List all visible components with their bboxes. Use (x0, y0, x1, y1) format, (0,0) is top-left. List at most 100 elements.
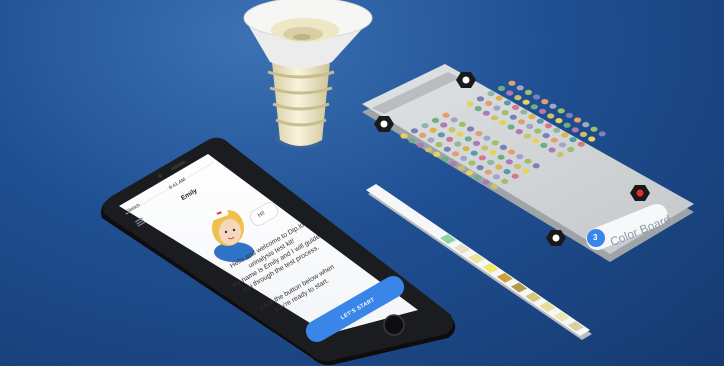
color-swatch (544, 123, 553, 129)
color-swatch (555, 118, 563, 124)
color-swatch (520, 109, 528, 115)
color-swatch (505, 159, 513, 165)
color-swatch (491, 140, 499, 146)
color-swatch (534, 128, 542, 134)
color-swatch (443, 146, 451, 152)
scene-illustration (101, 0, 694, 366)
color-swatch (558, 142, 567, 148)
color-swatch (484, 169, 492, 175)
color-swatch (493, 105, 501, 111)
color-swatch (456, 131, 464, 137)
color-swatch (501, 110, 509, 116)
color-swatch (511, 104, 520, 110)
color-swatch (440, 122, 448, 128)
color-swatch (408, 138, 416, 144)
color-swatch (435, 142, 443, 148)
color-swatch (569, 137, 577, 143)
color-swatch (556, 152, 564, 158)
color-swatch (457, 165, 465, 171)
color-board-badge: 3 (593, 233, 598, 242)
color-swatch (449, 161, 457, 167)
color-swatch (516, 85, 524, 91)
color-swatch (516, 154, 524, 160)
color-swatch (532, 163, 540, 169)
color-swatch (441, 156, 449, 162)
color-swatch (574, 117, 582, 123)
color-swatch (532, 138, 540, 144)
color-swatch (499, 119, 507, 125)
color-swatch (507, 124, 515, 130)
color-swatch (548, 147, 556, 153)
home-button (383, 314, 405, 336)
product-scene: Sketch 9:41 AM Emily Hi! Hello and welco… (0, 0, 724, 366)
color-swatch (524, 89, 533, 95)
color-swatch (429, 127, 437, 133)
color-swatch (460, 155, 468, 161)
color-swatch (451, 151, 460, 157)
color-swatch (508, 80, 516, 86)
color-swatch (489, 150, 497, 156)
color-swatch (515, 129, 523, 135)
color-swatch (482, 179, 490, 185)
color-swatch (448, 127, 456, 133)
color-swatch (492, 174, 501, 180)
color-swatch (431, 117, 440, 123)
color-swatch (588, 136, 596, 142)
color-swatch (571, 127, 579, 133)
color-swatch (563, 122, 571, 128)
color-swatch (550, 137, 558, 143)
color-swatch (450, 117, 458, 123)
color-swatch (495, 164, 503, 170)
color-swatch (419, 132, 427, 138)
color-swatch (410, 128, 419, 134)
color-swatch (579, 131, 588, 137)
color-swatch (503, 169, 511, 175)
color-swatch (517, 119, 526, 125)
color-swatch (509, 114, 517, 120)
color-swatch (541, 99, 549, 105)
color-swatch (540, 142, 548, 148)
color-swatch (497, 154, 505, 160)
color-swatch (542, 133, 550, 139)
color-swatch (508, 149, 516, 155)
color-swatch (530, 104, 538, 110)
color-swatch (491, 115, 499, 121)
color-swatch (481, 145, 489, 151)
color-swatch (466, 170, 474, 176)
color-swatch (475, 131, 483, 137)
color-swatch (553, 127, 561, 133)
color-swatch (458, 121, 466, 127)
color-swatch (506, 90, 514, 96)
color-swatch (476, 96, 485, 102)
color-swatch (497, 85, 506, 91)
color-swatch (549, 103, 557, 109)
color-swatch (468, 160, 476, 166)
color-swatch (474, 106, 482, 112)
color-swatch (565, 112, 574, 118)
color-swatch (487, 91, 495, 97)
color-swatch (421, 123, 429, 129)
color-swatch (462, 146, 470, 152)
color-swatch (536, 118, 544, 124)
color-swatch (528, 114, 536, 120)
color-swatch (547, 113, 555, 119)
color-swatch (466, 101, 474, 107)
color-swatch (487, 159, 495, 165)
color-swatch (474, 174, 482, 180)
color-swatch (454, 141, 462, 147)
color-swatch (526, 123, 534, 129)
color-swatch (501, 178, 509, 184)
color-swatch (425, 147, 433, 153)
color-swatch (482, 110, 490, 116)
color-swatch (495, 95, 503, 101)
color-swatch (433, 151, 441, 157)
color-swatch (561, 132, 569, 138)
color-swatch (416, 142, 424, 148)
color-swatch (470, 150, 478, 156)
color-swatch (437, 132, 445, 138)
specimen-cup (243, 0, 373, 148)
color-swatch (567, 146, 575, 152)
color-swatch (467, 126, 475, 132)
color-swatch (478, 155, 486, 161)
color-swatch (442, 112, 450, 118)
